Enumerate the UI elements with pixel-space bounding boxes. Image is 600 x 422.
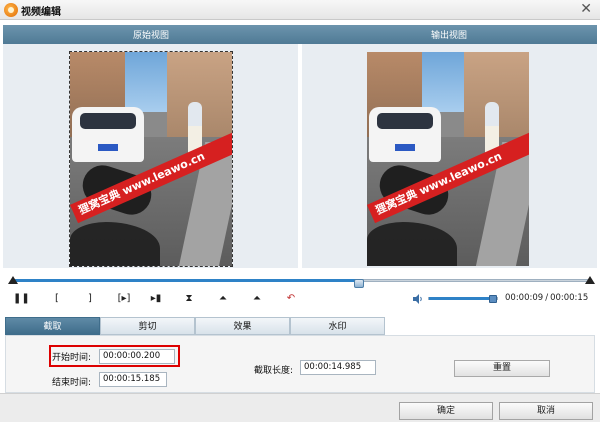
volume-knob[interactable] bbox=[489, 295, 498, 303]
end-time-field[interactable]: 00:00:15.185 bbox=[99, 372, 167, 387]
output-video-frame: 狸窝宝典 www.leawo.cn bbox=[367, 52, 529, 266]
timeline-track[interactable] bbox=[11, 279, 589, 288]
edit-tabs: 截取 剪切 效果 水印 bbox=[5, 317, 595, 335]
end-marker-icon[interactable] bbox=[585, 276, 595, 284]
mark-out-button[interactable]: ⏶ bbox=[250, 292, 264, 306]
tab-watermark[interactable]: 水印 bbox=[290, 317, 385, 335]
total-time: 00:00:15 bbox=[550, 293, 589, 303]
close-icon[interactable]: ✕ bbox=[580, 1, 592, 17]
tab-effects[interactable]: 效果 bbox=[195, 317, 290, 335]
ok-button[interactable]: 确定 bbox=[399, 402, 493, 420]
trim-panel: 开始时间: 00:00:00.200 结束时间: 00:00:15.185 截取… bbox=[5, 335, 595, 393]
play-selection-button[interactable]: [▸] bbox=[114, 292, 134, 306]
next-frame-button[interactable]: ▸▮ bbox=[149, 292, 163, 306]
cancel-button[interactable]: 取消 bbox=[499, 402, 593, 420]
mark-in-button[interactable]: ⏶ bbox=[216, 292, 230, 306]
volume-slider[interactable] bbox=[428, 295, 498, 303]
timeline-slider[interactable] bbox=[5, 276, 595, 288]
start-time-label: 开始时间: bbox=[52, 353, 92, 363]
playback-controls: ❚❚ [ ] [▸] ▸▮ ⧗ ⏶ ⏶ ↶ 00:00:09/00:00:15 bbox=[0, 290, 600, 308]
current-time: 00:00:09 bbox=[505, 293, 544, 303]
trim-length-field: 00:00:14.985 bbox=[300, 360, 376, 375]
original-video-frame[interactable]: 狸窝宝典 www.leawo.cn bbox=[69, 51, 233, 267]
original-view-label: 原始视图 bbox=[133, 31, 170, 41]
volume-level bbox=[429, 297, 494, 300]
trim-length-label: 截取长度: bbox=[254, 366, 294, 376]
title-bar: 视频编辑 ✕ bbox=[0, 0, 600, 20]
app-logo-icon bbox=[4, 3, 18, 17]
tab-trim[interactable]: 截取 bbox=[5, 317, 100, 335]
original-view-pane: 狸窝宝典 www.leawo.cn bbox=[3, 44, 298, 268]
reset-button[interactable]: 重置 bbox=[454, 360, 550, 377]
time-separator: / bbox=[545, 293, 549, 303]
output-view-label: 输出视图 bbox=[431, 31, 468, 41]
end-time-label: 结束时间: bbox=[52, 378, 92, 388]
view-header-bar: 原始视图 输出视图 bbox=[3, 25, 597, 44]
volume-icon[interactable] bbox=[412, 293, 424, 305]
timeline-playhead[interactable] bbox=[353, 279, 364, 288]
dialog-footer: 确定 取消 bbox=[0, 393, 600, 422]
window-title: 视频编辑 bbox=[21, 7, 61, 18]
timeline-progress bbox=[12, 279, 359, 282]
output-view-pane: 狸窝宝典 www.leawo.cn bbox=[302, 44, 597, 268]
set-start-button[interactable]: [ bbox=[50, 292, 64, 306]
pause-button[interactable]: ❚❚ bbox=[13, 292, 30, 306]
start-time-field[interactable]: 00:00:00.200 bbox=[99, 349, 175, 364]
time-readout: 00:00:09/00:00:15 bbox=[505, 293, 588, 303]
tab-crop[interactable]: 剪切 bbox=[100, 317, 195, 335]
start-marker-icon[interactable] bbox=[8, 276, 18, 284]
set-end-button[interactable]: ] bbox=[83, 292, 97, 306]
undo-button[interactable]: ↶ bbox=[284, 292, 298, 306]
trim-icon-button[interactable]: ⧗ bbox=[182, 292, 196, 306]
